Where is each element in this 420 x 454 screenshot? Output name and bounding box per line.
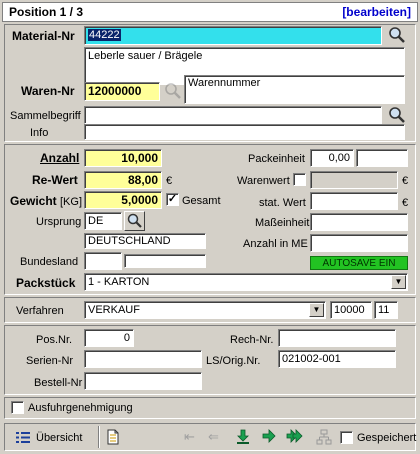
bestellnr-input[interactable] — [84, 372, 202, 390]
packeinheit-input[interactable]: 0,00 — [310, 149, 354, 167]
gesamt-label: Gesamt — [182, 195, 221, 207]
warenwert-checkbox[interactable] — [293, 173, 306, 186]
verfahren-label: Verfahren — [16, 305, 64, 317]
material-nr-value: 44222 — [88, 29, 121, 41]
lsorig-input[interactable]: 021002-001 — [278, 350, 396, 368]
download-icon[interactable] — [236, 429, 250, 448]
seriennr-input[interactable] — [84, 350, 202, 368]
waren-description[interactable]: Warennummer — [184, 75, 405, 104]
chevron-down-icon[interactable]: ▼ — [309, 303, 324, 317]
packstueck-label: Packstück — [16, 276, 76, 290]
bundesland-name[interactable] — [124, 254, 206, 268]
packstueck-value: 1 - KARTON — [88, 276, 150, 288]
packeinheit-label: Packeinheit — [248, 153, 305, 165]
bundesland-label: Bundesland — [20, 256, 79, 268]
waren-nr-label: Waren-Nr — [21, 84, 75, 98]
ausfuhr-label: Ausfuhrgenehmigung — [28, 402, 133, 414]
sammelbegriff-input[interactable] — [84, 106, 382, 124]
list-icon — [16, 432, 30, 443]
warenwert-input[interactable] — [310, 171, 398, 189]
anzahl-me-label: Anzahl in ME — [243, 238, 308, 250]
tree-structure-icon[interactable] — [316, 429, 332, 448]
verfahren-value: VERKAUF — [88, 304, 140, 316]
material-nr-label: Material-Nr — [12, 29, 75, 43]
overview-button[interactable]: Übersicht — [14, 429, 98, 447]
page-title: Position 1 / 3 — [9, 5, 84, 19]
waren-description-text: Warennummer — [188, 77, 261, 89]
search-icon[interactable] — [387, 25, 407, 45]
rechnr-label: Rech-Nr. — [230, 334, 274, 346]
gesamt-checkbox[interactable]: ✓ — [166, 193, 179, 206]
ursprung-country[interactable]: DEUTSCHLAND — [84, 233, 206, 249]
masseinheit-label: Maßeinheit — [255, 217, 310, 229]
new-document-icon[interactable] — [106, 429, 120, 448]
anzahl-input[interactable]: 10,000 — [84, 149, 162, 167]
ursprung-search-button[interactable] — [124, 211, 145, 231]
rewert-currency: € — [166, 175, 173, 187]
title-bar: Position 1 / 3 [bearbeiten] — [2, 2, 418, 22]
lsorig-label: LS/Orig.Nr. — [206, 355, 261, 367]
saved-label: Gespeichert — [357, 432, 417, 444]
waren-nr-input[interactable]: 12000000 — [84, 82, 160, 101]
gewicht-input[interactable]: 5,0000 — [84, 191, 162, 209]
search-icon[interactable] — [387, 105, 407, 125]
ursprung-code-input[interactable]: DE — [84, 212, 122, 230]
first-record-icon[interactable]: ⇤ — [184, 430, 195, 444]
ursprung-label: Ursprung — [36, 216, 82, 228]
material-nr-input[interactable]: 44222 — [84, 26, 382, 45]
statwert-input[interactable] — [310, 192, 398, 210]
warenwert-label: Warenwert — [237, 175, 290, 187]
seriennr-label: Serien-Nr — [26, 355, 74, 367]
info-input[interactable] — [84, 124, 405, 140]
search-icon — [127, 213, 142, 228]
verfahren-select[interactable]: VERKAUF ▼ — [84, 301, 326, 319]
anzahl-me-input[interactable] — [310, 234, 408, 252]
bestellnr-label: Bestell-Nr — [34, 377, 83, 389]
rewert-label: Re-Wert — [32, 173, 78, 187]
search-icon-disabled[interactable] — [163, 81, 183, 101]
statwert-label: stat. Wert — [259, 197, 306, 209]
packeinheit-unit-input[interactable] — [356, 149, 408, 167]
edit-link[interactable]: [bearbeiten] — [342, 5, 411, 19]
verfahren-code1[interactable]: 10000 — [330, 301, 372, 319]
ausfuhr-checkbox[interactable] — [11, 401, 24, 414]
autosave-badge: AUTOSAVE EIN — [310, 256, 408, 270]
gewicht-unit: [KG] — [60, 196, 83, 208]
last-record-icon[interactable] — [286, 429, 304, 446]
verfahren-code2[interactable]: 11 — [374, 301, 398, 319]
rewert-input[interactable]: 88,00 — [84, 171, 162, 189]
posnr-input[interactable]: 0 — [84, 329, 134, 347]
overview-label: Übersicht — [36, 432, 83, 444]
bundesland-input[interactable] — [84, 252, 122, 270]
warenwert-currency: € — [402, 175, 409, 187]
next-record-icon[interactable] — [262, 429, 276, 446]
gewicht-label: Gewicht — [10, 194, 57, 208]
saved-checkbox[interactable] — [340, 431, 353, 444]
statwert-currency: € — [402, 197, 409, 209]
posnr-label: Pos.Nr. — [36, 334, 73, 346]
info-label: Info — [30, 127, 49, 139]
masseinheit-input[interactable] — [310, 213, 408, 231]
sammelbegriff-label: Sammelbegriff — [10, 110, 81, 122]
chevron-down-icon[interactable]: ▼ — [391, 275, 406, 289]
rechnr-input[interactable] — [278, 329, 396, 347]
packstueck-select[interactable]: 1 - KARTON ▼ — [84, 273, 408, 291]
previous-record-icon[interactable]: ⇐ — [208, 430, 219, 444]
toolbar-divider — [98, 426, 100, 448]
anzahl-label: Anzahl — [40, 151, 80, 165]
